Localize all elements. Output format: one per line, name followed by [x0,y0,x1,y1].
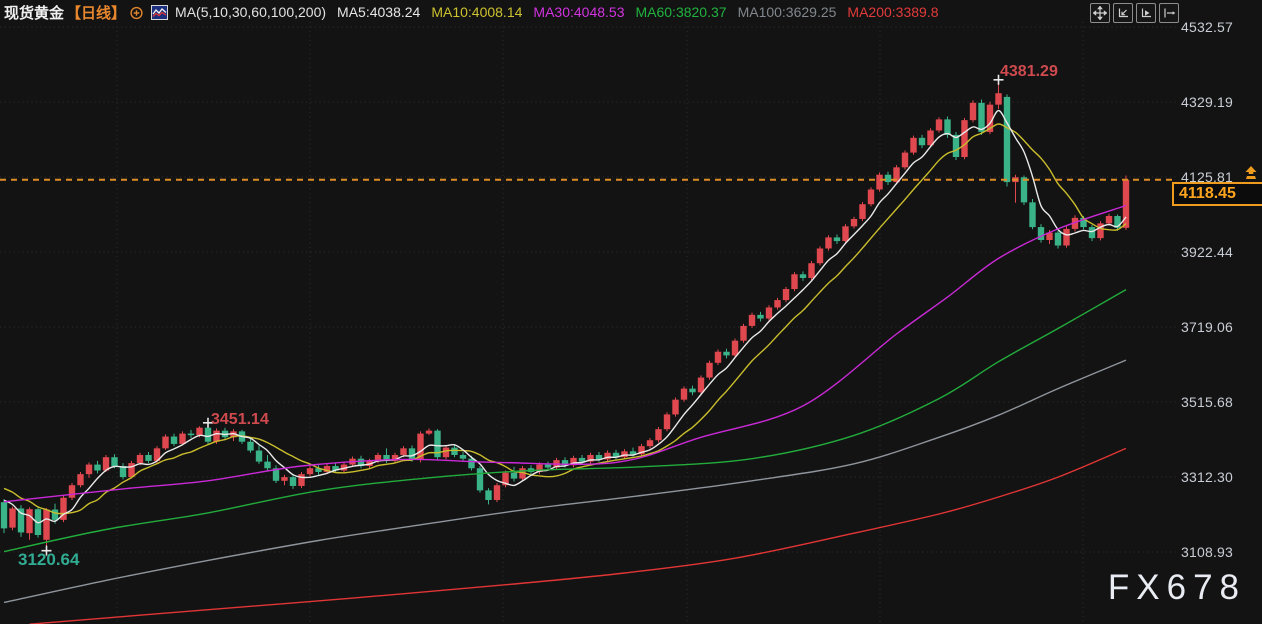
ma100-line [4,360,1126,602]
axis-price-label: 3719.06 [1181,319,1233,335]
chart-app: 现货黄金 【日线】 MA(5,10,30,60,100,200) MA5:403… [0,0,1262,624]
chart-type-icon[interactable] [151,5,168,20]
ma-legend-item: MA200:3389.8 [847,4,938,20]
ma60-line [4,290,1126,552]
go-to-latest-icon[interactable] [1159,3,1179,23]
ma-legend-item: MA30:4048.53 [533,4,624,20]
ma200-line [30,448,1127,624]
axis-scale-play-icon[interactable] [1136,3,1156,23]
ma-group-label: MA(5,10,30,60,100,200) [175,4,326,20]
ma-legend-item: MA10:4008.14 [431,4,522,20]
ma-legend-item: MA100:3629.25 [738,4,837,20]
ma-legend-item: MA5:4038.24 [337,4,420,20]
axis-price-label: 4329.19 [1181,94,1233,110]
chart-toolbar [1087,3,1179,23]
scroll-to-price-icon[interactable] [1244,165,1258,180]
add-indicator-icon[interactable] [129,5,144,20]
candlestick-chart[interactable] [0,0,1262,624]
ma-legend: MA5:4038.24 MA10:4008.14 MA30:4048.53 MA60:… [326,4,938,20]
axis-price-label: 3312.30 [1181,469,1233,485]
annotation-local-high: 3451.14 [211,411,269,429]
move-tool-icon[interactable] [1090,3,1110,23]
chart-header: 现货黄金 【日线】 MA(5,10,30,60,100,200) MA5:403… [0,0,1262,24]
symbol-title: 现货黄金 [4,2,64,23]
annotation-period-high: 4381.29 [1000,63,1058,81]
ma10-line [4,124,1126,514]
axis-price-label: 3922.44 [1181,244,1233,260]
axis-scale-left-icon[interactable] [1113,3,1133,23]
grid-layer [0,22,1176,624]
ma-legend-item: MA60:3820.37 [635,4,726,20]
annotation-period-low: 3120.64 [18,550,79,570]
last-price-tag: 4118.45 [1172,182,1262,206]
watermark: FX678 [1108,568,1246,608]
period-label[interactable]: 【日线】 [66,2,126,23]
candles-layer [1,83,1129,548]
axis-price-label: 3108.93 [1181,544,1233,560]
axis-price-label: 3515.68 [1181,394,1233,410]
